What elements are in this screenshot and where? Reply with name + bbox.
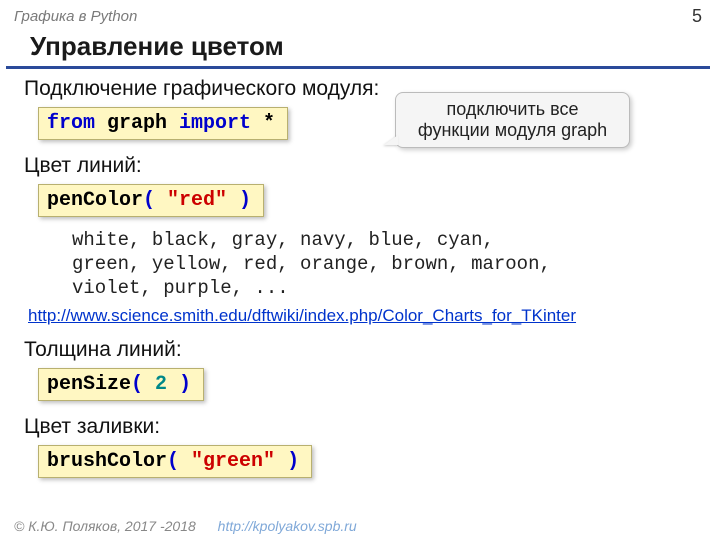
paren-close-2: ) <box>167 373 191 396</box>
paren-open: ( <box>143 189 167 212</box>
paren-open-2: ( <box>131 373 155 396</box>
import-star: * <box>251 112 275 135</box>
page-number: 5 <box>692 6 702 27</box>
paren-close: ) <box>227 189 251 212</box>
arg-red: "red" <box>167 189 227 212</box>
module-name: graph <box>95 112 179 135</box>
arg-two: 2 <box>155 373 167 396</box>
paren-open-3: ( <box>167 450 191 473</box>
callout-tail-icon <box>384 135 398 145</box>
color-list: white, black, gray, navy, blue, cyan, gr… <box>72 229 700 300</box>
footer: © К.Ю. Поляков, 2017 -2018 http://kpolya… <box>14 518 357 534</box>
code-brushcolor: brushColor( "green" ) <box>38 445 312 478</box>
header-topic: Графика в Python <box>14 8 137 25</box>
footer-site: http://kpolyakov.spb.ru <box>218 518 357 534</box>
fn-brushcolor: brushColor <box>47 450 167 473</box>
footer-copyright: © К.Ю. Поляков, 2017 -2018 <box>14 518 196 534</box>
paren-close-3: ) <box>275 450 299 473</box>
page-title: Управление цветом <box>6 29 710 69</box>
code-pensize: penSize( 2 ) <box>38 368 204 401</box>
keyword-from: from <box>47 112 95 135</box>
callout-line1: подключить все <box>406 99 619 120</box>
keyword-import: import <box>179 112 251 135</box>
reference-link[interactable]: http://www.science.smith.edu/dftwiki/ind… <box>28 306 576 326</box>
code-import: from graph import * <box>38 107 288 140</box>
slide-header: Графика в Python 5 <box>0 0 720 29</box>
callout-box: подключить все функции модуля graph <box>395 92 630 148</box>
label-line-color: Цвет линий: <box>24 154 700 178</box>
fn-pensize: penSize <box>47 373 131 396</box>
arg-green: "green" <box>191 450 275 473</box>
label-fill-color: Цвет заливки: <box>24 415 700 439</box>
code-pencolor: penColor( "red" ) <box>38 184 264 217</box>
label-line-width: Толщина линий: <box>24 338 700 362</box>
callout-line2: функции модуля graph <box>406 120 619 141</box>
fn-pencolor: penColor <box>47 189 143 212</box>
